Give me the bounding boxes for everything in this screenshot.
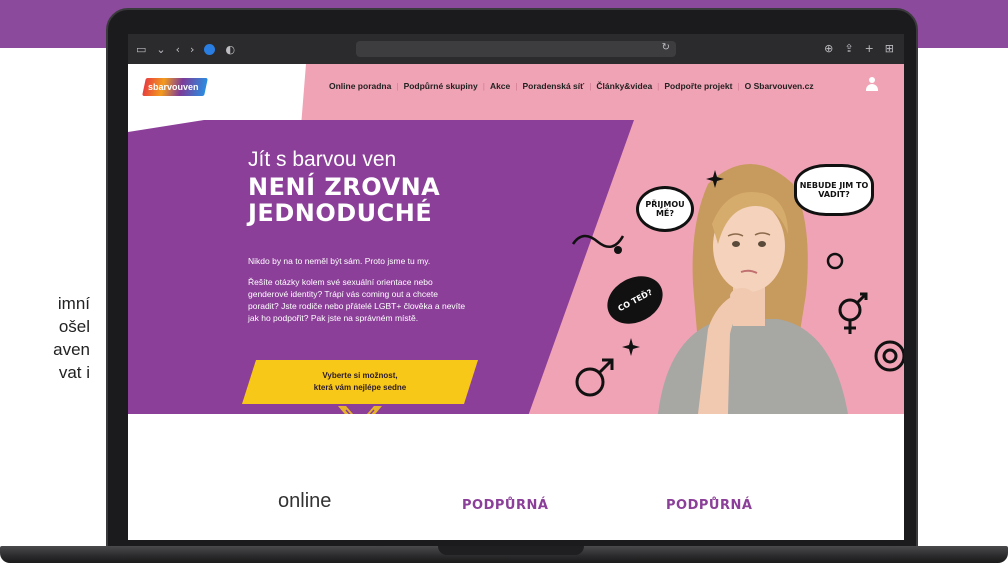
background-page-text: imní ošel aven vat i	[0, 292, 90, 384]
nav-item-poradenska-sit[interactable]: Poradenská síť	[517, 81, 589, 91]
cta-line1: Vyberte si možnost,	[322, 371, 398, 380]
shield-icon: ◐	[225, 42, 236, 56]
bubble-text: PŘIJMOU MĚ?	[645, 200, 685, 218]
hero-title-emphasis: NENÍ ZROVNA JEDNODUCHÉ	[248, 174, 440, 226]
laptop-base-notch	[438, 546, 584, 555]
service-podpurna-1[interactable]: PODPŮRNÁ	[462, 498, 548, 513]
hero-title-line2: NENÍ ZROVNA	[248, 173, 441, 201]
forward-icon[interactable]: ›	[190, 43, 194, 56]
sparkle-icon	[706, 170, 724, 188]
text-line: aven	[53, 340, 90, 359]
bubble-text: CO TEĎ?	[616, 287, 654, 313]
download-icon[interactable]: ⊕	[824, 42, 833, 55]
star-icon	[622, 338, 640, 356]
nav-item-o-sbarvouven[interactable]: O Sbarvouven.cz	[740, 81, 819, 91]
logo-text: sbarvouven	[148, 82, 199, 92]
text-line: vat i	[58, 363, 90, 382]
nav-item-podpurne-skupiny[interactable]: Podpůrné skupiny	[399, 81, 483, 91]
back-icon[interactable]: ‹	[176, 43, 180, 56]
site-logo[interactable]: sbarvouven	[142, 78, 208, 96]
website: sbarvouven Online poradna | Podpůrné skup…	[128, 64, 904, 540]
address-bar[interactable]: ↻	[356, 41, 676, 57]
gender-symbol-icon	[838, 292, 868, 334]
user-icon[interactable]	[866, 77, 878, 91]
service-online[interactable]: online	[278, 490, 331, 513]
hero-subtitle: Nikdo by na to neměl být sám. Proto jsme…	[248, 256, 431, 266]
edge-icon	[204, 43, 216, 55]
scribble-doodle-icon	[571, 234, 625, 254]
speech-bubble-nebude: NEBUDE JIM TO VADIT?	[794, 164, 874, 216]
chevron-down-icon[interactable]: ⌄	[156, 43, 165, 56]
nav-item-online-poradna[interactable]: Online poradna	[324, 81, 396, 91]
nav-item-podporte-projekt[interactable]: Podpořte projekt	[659, 81, 737, 91]
reload-icon[interactable]: ↻	[662, 42, 670, 53]
male-symbol-icon	[575, 358, 614, 397]
hero-title-line3: JEDNODUCHÉ	[248, 199, 433, 227]
bubble-text: NEBUDE JIM TO VADIT?	[799, 181, 869, 199]
plus-icon[interactable]: +	[865, 42, 874, 55]
sidebar-icon[interactable]: ▭	[136, 43, 146, 56]
at-swirl-doodle-icon	[874, 340, 904, 372]
cta-line2: která vám nejlépe sedne	[313, 383, 407, 392]
text-line: ošel	[58, 317, 90, 336]
nav-item-clanky-videa[interactable]: Články&videa	[591, 81, 657, 91]
main-nav: Online poradna | Podpůrné skupiny | Akce | …	[324, 81, 819, 91]
speech-bubble-prijmou: PŘIJMOU MĚ?	[636, 186, 694, 232]
services-section	[128, 414, 904, 540]
text-line: imní	[57, 294, 90, 313]
laptop-screen: ▭ ⌄ ‹ › ◐ ↻ ⊕ ⇪ + ⊞ sbarvouven Online po…	[128, 34, 904, 540]
browser-toolbar: ▭ ⌄ ‹ › ◐ ↻ ⊕ ⇪ + ⊞	[128, 34, 904, 64]
hero-title-line1: Jít s barvou ven	[248, 148, 397, 171]
tabs-icon[interactable]: ⊞	[885, 42, 894, 55]
share-icon[interactable]: ⇪	[844, 42, 853, 55]
nav-item-akce[interactable]: Akce	[485, 81, 515, 91]
service-podpurna-2[interactable]: PODPŮRNÁ	[666, 498, 752, 513]
cta-button[interactable]: Vyberte si možnost, která vám nejlépe se…	[242, 370, 478, 394]
hero-body: Řešíte otázky kolem své sexuální orienta…	[248, 277, 466, 323]
circle-doodle-icon	[826, 252, 844, 270]
